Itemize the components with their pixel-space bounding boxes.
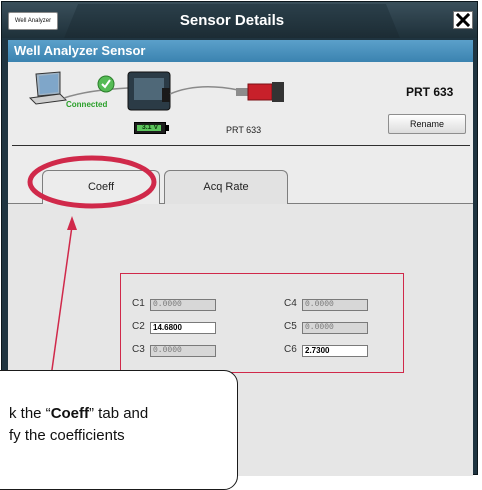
c5-field[interactable]: 0.0000 — [302, 322, 368, 334]
window-title: Sensor Details — [179, 12, 285, 29]
battery-terminal — [166, 125, 169, 131]
c1-field[interactable]: 0.0000 — [150, 299, 216, 311]
instruction-callout: k the “Coeff” tab and fy the coefficient… — [0, 370, 238, 490]
callout-line1-bold: Coeff — [50, 405, 90, 422]
close-icon — [456, 13, 470, 27]
c5-label: C5 — [284, 321, 297, 332]
divider — [12, 145, 470, 146]
callout-line1-pre: k the “ — [9, 405, 51, 422]
tab-acq-rate[interactable]: Acq Rate — [164, 170, 288, 204]
section-header: Well Analyzer Sensor — [8, 40, 473, 62]
analyzer-case-icon — [127, 71, 171, 111]
active-tab-join — [43, 202, 159, 204]
section-header-title: Well Analyzer Sensor — [14, 43, 146, 58]
connection-status: Connected — [66, 100, 108, 109]
c4-field[interactable]: 0.0000 — [302, 299, 368, 311]
c3-field[interactable]: 0.0000 — [150, 345, 216, 357]
callout-line1-post: ” tab and — [89, 405, 149, 422]
c6-label: C6 — [284, 344, 297, 355]
c3-label: C3 — [132, 344, 145, 355]
title-bar: Well Analyzer Sensor Details — [2, 2, 477, 38]
battery-indicator: 3.1 V — [134, 122, 166, 134]
c2-field[interactable]: 14.6800 — [150, 322, 216, 334]
c1-label: C1 — [132, 298, 145, 309]
tab-coeff[interactable]: Coeff — [42, 170, 160, 204]
app-tab-well-analyzer[interactable]: Well Analyzer — [8, 12, 58, 30]
sensor-caption: PRT 633 — [226, 125, 262, 135]
sensor-name: PRT 633 — [406, 85, 454, 99]
check-icon — [97, 75, 115, 93]
connection-diagram — [28, 71, 284, 111]
battery-voltage: 3.1 V — [141, 124, 159, 131]
laptop-icon — [28, 71, 68, 105]
sensor-probe-icon — [236, 82, 284, 102]
rename-button[interactable]: Rename — [388, 114, 466, 134]
c6-field[interactable]: 2.7300 — [302, 345, 368, 357]
close-button[interactable] — [453, 11, 473, 29]
c4-label: C4 — [284, 298, 297, 309]
c2-label: C2 — [132, 321, 145, 332]
callout-text: k the “Coeff” tab and fy the coefficient… — [9, 403, 148, 447]
callout-line2: fy the coefficients — [9, 427, 125, 444]
